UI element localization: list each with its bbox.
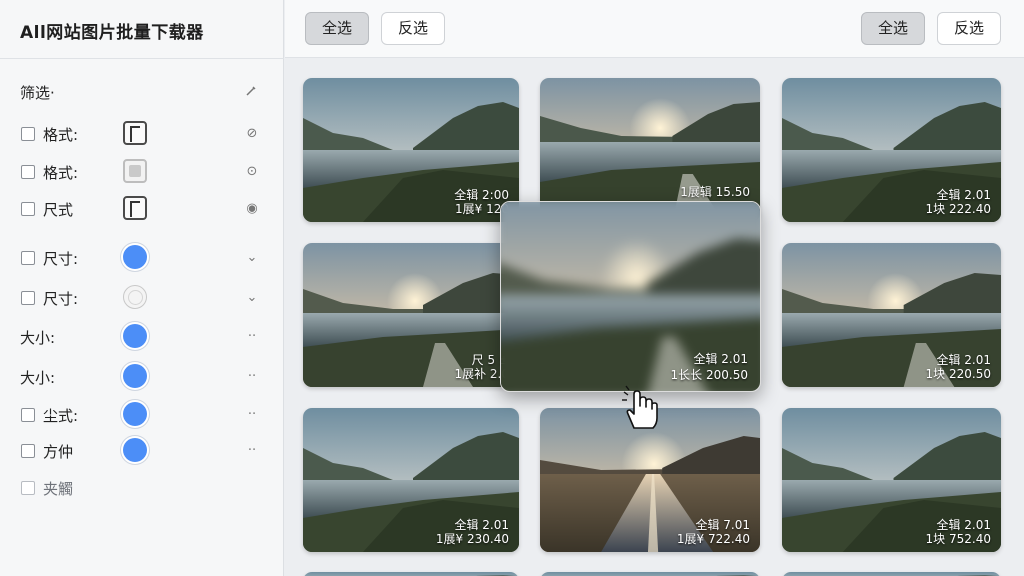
filter-checkbox[interactable] [21, 408, 35, 422]
filter-checkbox[interactable] [21, 481, 35, 495]
filter-checkbox[interactable] [21, 165, 35, 179]
filter-label: 大小: [20, 369, 56, 387]
toolbar: 全选 反选 全选 反选 [285, 0, 1024, 58]
filter-row-style[interactable]: 尺式 ◉ [0, 194, 284, 224]
dragged-image-tile[interactable]: 全辑 2.01 1长长 200.50 [500, 201, 761, 392]
more-dots-icon[interactable]: ·· [243, 328, 261, 346]
pencil-icon[interactable] [244, 84, 258, 98]
image-tile-partial[interactable] [540, 572, 760, 576]
more-dots-icon[interactable]: ·· [243, 406, 261, 424]
tile-caption-2: 1长长 200.50 [670, 368, 748, 382]
filter-checkbox[interactable] [21, 202, 35, 216]
tile-caption-2: 1块 220.50 [925, 367, 991, 381]
tile-caption-1: 全辑 2.01 [693, 352, 748, 366]
image-tile[interactable]: 尺 5 ± 1展补 2.0 [303, 243, 519, 387]
play-circle-icon[interactable]: ⊙ [243, 163, 261, 181]
more-dots-icon[interactable]: ·· [243, 442, 261, 460]
sidebar: All网站图片批量下载器 筛选· 格式: ⊘ 格式: ⊙ 尺式 ◉ 尺寸: ⌄ … [0, 0, 284, 576]
frame-toggle[interactable] [123, 121, 147, 145]
select-all-button-left[interactable]: 全选 [305, 12, 369, 45]
image-tile-partial[interactable] [303, 572, 519, 576]
image-tile-partial[interactable] [782, 572, 1001, 576]
gray-square-toggle[interactable] [123, 159, 147, 183]
filter-checkbox[interactable] [21, 291, 35, 305]
tile-caption-2: 1展¥ 230.40 [435, 532, 509, 546]
select-all-button-right[interactable]: 全选 [861, 12, 925, 45]
filter-label: 尺寸: [43, 250, 79, 268]
frame-toggle[interactable] [123, 196, 147, 220]
radio-selected[interactable] [123, 364, 147, 388]
image-tile[interactable]: 全辑 2.01 1块 222.40 [782, 78, 1001, 222]
filter-row-direction[interactable]: 方仲 ·· [0, 436, 284, 466]
chevron-down-icon[interactable]: ⌄ [243, 289, 261, 307]
tile-caption-2: 1块 752.40 [925, 532, 991, 546]
filter-label: 尺式 [43, 201, 74, 219]
radio-selected[interactable] [123, 402, 147, 426]
filter-label: 夹觸 [43, 480, 74, 498]
invert-selection-button-left[interactable]: 反选 [381, 12, 445, 45]
filter-row-format-1[interactable]: 格式: ⊘ [0, 119, 284, 149]
compass-icon[interactable]: ⊘ [243, 125, 261, 143]
radio-selected[interactable] [123, 245, 147, 269]
filter-row-format-2[interactable]: 格式: ⊙ [0, 157, 284, 187]
tile-caption-1: 1展辑 15.50 [680, 185, 750, 199]
tile-caption-2: 1块 222.40 [925, 202, 991, 216]
radio-empty[interactable] [123, 285, 147, 309]
filter-row-size-1[interactable]: 尺寸: ⌄ [0, 243, 284, 273]
record-icon[interactable]: ◉ [243, 200, 261, 218]
invert-selection-button-right[interactable]: 反选 [937, 12, 1001, 45]
tile-caption-2: 1展¥ 722.40 [676, 532, 750, 546]
filter-label: 格式: [43, 164, 79, 182]
image-tile[interactable]: 全辑 2.01 1块 752.40 [782, 408, 1001, 552]
image-tile[interactable]: 全辑 2:00 1展¥ 120 [303, 78, 519, 222]
sidebar-divider [0, 58, 284, 59]
chevron-down-icon[interactable]: ⌄ [243, 249, 261, 267]
filter-label: 方仲 [43, 443, 74, 461]
filter-checkbox[interactable] [21, 444, 35, 458]
filter-row-mode[interactable]: 尘式: ·· [0, 400, 284, 430]
radio-selected[interactable] [123, 324, 147, 348]
filter-heading: 筛选· [20, 84, 55, 102]
app-title: All网站图片批量下载器 [20, 23, 204, 43]
image-tile[interactable]: 全辑 2.01 1块 220.50 [782, 243, 1001, 387]
filter-label: 大小: [20, 329, 56, 347]
filter-label: 格式: [43, 126, 79, 144]
filter-row-size-2[interactable]: 尺寸: ⌄ [0, 283, 284, 313]
radio-selected[interactable] [123, 438, 147, 462]
filter-label: 尘式: [43, 407, 79, 425]
more-dots-icon[interactable]: ·· [243, 368, 261, 386]
filter-row-filesize-1[interactable]: 大小: ·· [0, 322, 284, 352]
filter-checkbox[interactable] [21, 127, 35, 141]
filter-row-filesize-2[interactable]: 大小: ·· [0, 362, 284, 392]
filter-checkbox[interactable] [21, 251, 35, 265]
image-tile[interactable]: 全辑 2.01 1展¥ 230.40 [303, 408, 519, 552]
filter-label: 尺寸: [43, 290, 79, 308]
hand-cursor-icon [618, 382, 662, 432]
filter-row-folder[interactable]: 夹觸 [0, 473, 284, 503]
